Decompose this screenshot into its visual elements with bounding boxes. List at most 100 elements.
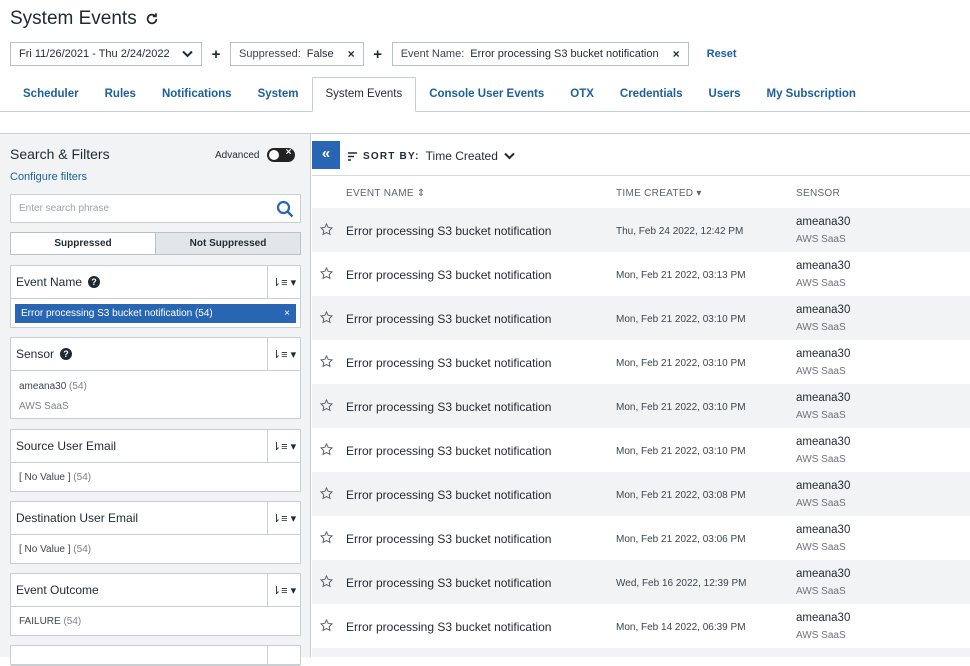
- reset-link[interactable]: Reset: [707, 48, 737, 60]
- star-icon[interactable]: [320, 575, 333, 588]
- segment-suppressed[interactable]: Suppressed: [11, 233, 155, 254]
- collapse-sidebar-button[interactable]: «: [312, 141, 340, 169]
- column-header-time-created-label: TIME CREATED: [616, 188, 694, 199]
- star-icon[interactable]: [320, 223, 333, 236]
- table-row[interactable]: Error processing S3 bucket notification …: [312, 340, 970, 384]
- star-icon[interactable]: [320, 399, 333, 412]
- star-icon[interactable]: [320, 443, 333, 456]
- sort-by-control[interactable]: SORT BY: Time Created: [348, 149, 515, 163]
- time-created-cell: Mon, Feb 21 2022, 03:06 PM: [616, 534, 746, 545]
- sensor-filter: Sensor ? ⇂≡ ▾ ameana30 (54) AWS SaaS: [10, 337, 301, 419]
- sensor-cell: ameana30: [796, 216, 851, 228]
- source-user-email-option[interactable]: [ No Value ] (54): [11, 463, 300, 489]
- tab-users[interactable]: Users: [696, 78, 754, 111]
- time-created-cell: Mon, Feb 21 2022, 03:10 PM: [616, 402, 746, 413]
- star-icon[interactable]: [320, 487, 333, 500]
- destination-user-email-value: [ No Value ]: [19, 544, 71, 555]
- event-name-cell: Error processing S3 bucket notification: [346, 532, 552, 546]
- refresh-icon[interactable]: [145, 12, 159, 26]
- event-outcome-option[interactable]: FAILURE (54): [11, 607, 300, 633]
- table-row[interactable]: Error processing S3 bucket notification …: [312, 516, 970, 560]
- remove-suppressed-filter-icon[interactable]: ×: [348, 47, 355, 61]
- table-row[interactable]: Error processing S3 bucket notification …: [312, 428, 970, 472]
- table-row[interactable]: Error processing S3 bucket notification …: [312, 384, 970, 428]
- sensor-sub-cell: AWS SaaS: [796, 454, 846, 465]
- filters-sidebar: Search & Filters Advanced × Configure fi…: [0, 134, 311, 666]
- configure-filters-link[interactable]: Configure filters: [10, 171, 87, 183]
- star-icon[interactable]: [320, 355, 333, 368]
- star-icon[interactable]: [320, 619, 333, 632]
- tab-credentials[interactable]: Credentials: [607, 78, 696, 111]
- sensor-cell: ameana30: [796, 348, 851, 360]
- event-outcome-value: FAILURE: [19, 616, 61, 627]
- date-range-dropdown[interactable]: Fri 11/26/2021 - Thu 2/24/2022: [10, 42, 202, 66]
- page-title-wrap: System Events: [10, 8, 159, 30]
- help-icon[interactable]: ?: [60, 348, 73, 360]
- chip-close-icon[interactable]: ×: [284, 304, 290, 323]
- segment-not-suppressed[interactable]: Not Suppressed: [155, 233, 300, 254]
- filter-bar: Fri 11/26/2021 - Thu 2/24/2022 + Suppres…: [10, 42, 737, 66]
- sensor-cell: ameana30: [796, 436, 851, 448]
- sensor-cell: ameana30: [796, 524, 851, 536]
- sort-dropdown-icon[interactable]: [267, 646, 300, 666]
- table-row[interactable]: Error processing S3 bucket notification …: [312, 472, 970, 516]
- tab-scheduler[interactable]: Scheduler: [10, 78, 92, 111]
- sort-dropdown-icon[interactable]: ⇂≡ ▾: [267, 502, 300, 534]
- star-icon[interactable]: [320, 267, 333, 280]
- destination-user-email-option[interactable]: [ No Value ] (54): [11, 535, 300, 561]
- tab-otx[interactable]: OTX: [557, 78, 607, 111]
- table-row[interactable]: Error processing S3 bucket notification …: [312, 296, 970, 340]
- remove-event-name-filter-icon[interactable]: ×: [673, 47, 680, 61]
- sort-lines-icon: [348, 151, 357, 161]
- advanced-toggle[interactable]: ×: [267, 147, 296, 162]
- tab-console-user-events[interactable]: Console User Events: [416, 78, 557, 111]
- add-filter-button-2[interactable]: +: [364, 46, 392, 63]
- table-row[interactable]: Error processing S3 bucket notification …: [312, 560, 970, 604]
- tab-notifications[interactable]: Notifications: [149, 78, 245, 111]
- sort-dropdown-icon[interactable]: ⇂≡ ▾: [267, 338, 300, 370]
- sort-dropdown-icon[interactable]: ⇂≡ ▾: [267, 574, 300, 606]
- source-user-email-filter-header: Source User Email ⇂≡ ▾: [11, 430, 300, 463]
- sort-dropdown-icon[interactable]: ⇂≡ ▾: [267, 430, 300, 462]
- table-row[interactable]: Error processing S3 bucket notification …: [312, 208, 970, 252]
- time-created-cell: Mon, Feb 21 2022, 03:08 PM: [616, 490, 746, 501]
- table-row[interactable]: Error processing S3 bucket notification …: [312, 252, 970, 296]
- event-name-filter-title: Event Name ?: [16, 275, 101, 289]
- tab-bar: Scheduler Rules Notifications System Sys…: [0, 77, 970, 112]
- sort-dropdown-icon[interactable]: ⇂≡ ▾: [267, 266, 300, 298]
- chevron-down-icon: [182, 50, 193, 58]
- selected-filter-chip[interactable]: Error processing S3 bucket notification …: [15, 304, 296, 323]
- help-icon[interactable]: ?: [88, 276, 101, 288]
- column-header-time-created[interactable]: TIME CREATED ▾: [616, 188, 702, 199]
- event-name-filter-pill: Event Name: Error processing S3 bucket n…: [391, 42, 689, 66]
- time-created-cell: Wed, Feb 16 2022, 12:39 PM: [616, 578, 747, 589]
- search-icon[interactable]: [276, 200, 294, 218]
- star-icon[interactable]: [320, 531, 333, 544]
- sensor-filter-option[interactable]: ameana30 (54) AWS SaaS: [11, 371, 300, 418]
- search-input[interactable]: [11, 195, 261, 222]
- event-name-filter-header: Event Name ? ⇂≡ ▾: [11, 266, 300, 299]
- tab-system-events[interactable]: System Events: [311, 77, 417, 112]
- suppressed-filter-pill: Suppressed: False ×: [230, 42, 364, 66]
- event-outcome-filter-header: Event Outcome ⇂≡ ▾: [11, 574, 300, 607]
- column-header-event-name[interactable]: EVENT NAME ⇕: [346, 188, 426, 199]
- star-icon[interactable]: [320, 311, 333, 324]
- table-row[interactable]: Error processing S3 bucket notification …: [312, 604, 970, 648]
- event-name-filter-body: Error processing S3 bucket notification …: [11, 299, 300, 323]
- column-header-sensor[interactable]: SENSOR: [796, 188, 840, 199]
- event-name-cell: Error processing S3 bucket notification: [346, 488, 552, 502]
- event-outcome-filter: Event Outcome ⇂≡ ▾ FAILURE (54): [10, 573, 301, 636]
- tab-system[interactable]: System: [245, 78, 312, 111]
- event-outcome-count: (54): [63, 616, 82, 627]
- time-created-cell: Mon, Feb 21 2022, 03:10 PM: [616, 446, 746, 457]
- sensor-cell: ameana30: [796, 392, 851, 404]
- sensor-sub-cell: AWS SaaS: [796, 234, 846, 245]
- sensor-sub-cell: AWS SaaS: [796, 630, 846, 641]
- event-name-filter: Event Name ? ⇂≡ ▾ Error processing S3 bu…: [10, 265, 301, 328]
- add-filter-button[interactable]: +: [202, 46, 230, 63]
- tab-my-subscription[interactable]: My Subscription: [754, 78, 869, 111]
- tab-rules[interactable]: Rules: [92, 78, 149, 111]
- sensor-sub-cell: AWS SaaS: [796, 278, 846, 289]
- time-created-cell: Mon, Feb 21 2022, 03:10 PM: [616, 314, 746, 325]
- event-name-filter-label: Event Name: [16, 275, 83, 289]
